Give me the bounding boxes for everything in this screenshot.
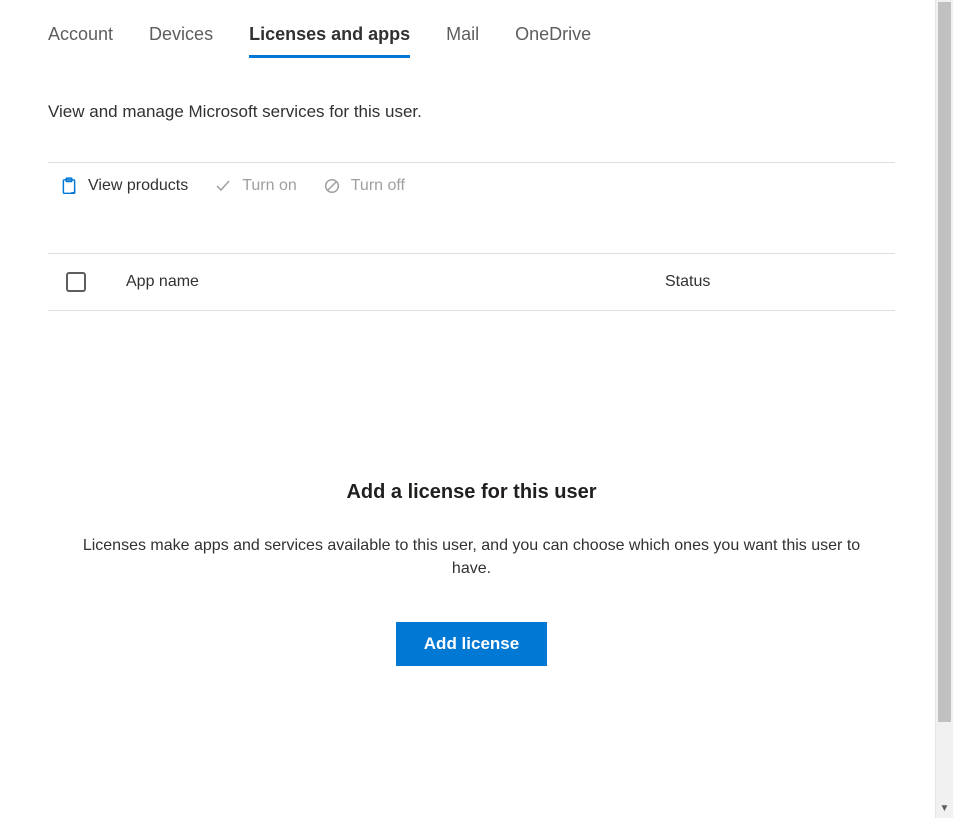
clipboard-icon [60,177,78,195]
add-license-button[interactable]: Add license [396,622,547,666]
command-bar: View products Turn on [48,163,895,209]
scrollbar-thumb[interactable] [938,2,951,722]
tab-mail[interactable]: Mail [446,24,479,58]
tab-devices[interactable]: Devices [149,24,213,58]
column-app-name[interactable]: App name [116,273,665,291]
scrollbar-arrow-down-icon[interactable]: ▼ [936,803,953,814]
tab-account[interactable]: Account [48,24,113,58]
view-products-label: View products [88,177,188,195]
view-products-button[interactable]: View products [60,177,188,195]
checkmark-icon [214,177,232,195]
empty-state-title: Add a license for this user [48,481,895,504]
select-all-checkbox[interactable] [66,272,86,292]
empty-state: Add a license for this user Licenses mak… [48,311,895,666]
empty-state-description: Licenses make apps and services availabl… [62,534,882,580]
turn-off-label: Turn off [351,177,405,195]
turn-on-label: Turn on [242,177,297,195]
turn-off-button: Turn off [323,177,405,195]
vertical-scrollbar[interactable]: ▼ [935,0,953,818]
column-status[interactable]: Status [665,273,895,291]
turn-on-button: Turn on [214,177,297,195]
table-header: App name Status [48,253,895,311]
tab-licenses-and-apps[interactable]: Licenses and apps [249,24,410,58]
tab-onedrive[interactable]: OneDrive [515,24,591,58]
tabs-nav: Account Devices Licenses and apps Mail O… [48,24,895,58]
prohibit-icon [323,177,341,195]
page-subtitle: View and manage Microsoft services for t… [48,102,895,122]
